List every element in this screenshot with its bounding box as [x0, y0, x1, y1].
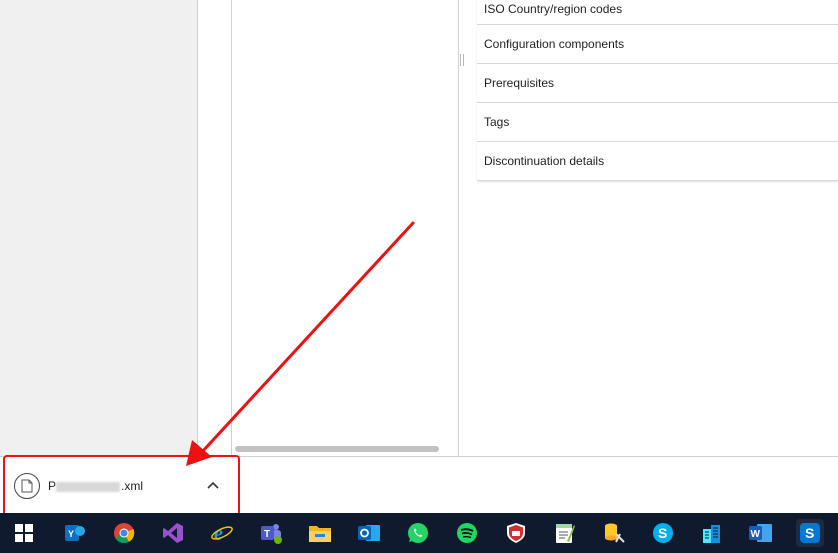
- file-name: P .xml: [48, 479, 144, 493]
- splitter-grip-icon[interactable]: [460, 54, 464, 66]
- middle-pane: [232, 0, 458, 456]
- file-explorer-icon[interactable]: [306, 519, 334, 547]
- section-label: Configuration components: [484, 37, 625, 51]
- horizontal-scrollbar[interactable]: [235, 446, 439, 452]
- svg-text:S: S: [658, 525, 667, 541]
- database-tool-icon[interactable]: [600, 519, 628, 547]
- svg-text:S: S: [805, 525, 814, 541]
- security-app-icon[interactable]: [502, 519, 530, 547]
- section-label: ISO Country/region codes: [484, 2, 623, 16]
- section-tags[interactable]: Tags: [477, 103, 838, 142]
- chrome-icon[interactable]: [110, 519, 138, 547]
- section-iso-country-region-codes[interactable]: ISO Country/region codes: [477, 0, 838, 25]
- whatsapp-icon[interactable]: [404, 519, 432, 547]
- pane-splitter[interactable]: [458, 0, 459, 456]
- section-prerequisites[interactable]: Prerequisites: [477, 64, 838, 103]
- svg-text:e: e: [214, 523, 223, 545]
- visual-studio-icon[interactable]: [159, 519, 187, 547]
- windows-start-icon[interactable]: [10, 519, 38, 547]
- file-name-prefix: P: [48, 479, 57, 493]
- yammer-icon[interactable]: Y: [61, 519, 89, 547]
- skype-business-icon[interactable]: S: [796, 519, 824, 547]
- spotify-icon[interactable]: [453, 519, 481, 547]
- azure-data-icon[interactable]: [698, 519, 726, 547]
- chevron-up-icon[interactable]: [204, 476, 222, 494]
- outlook-icon[interactable]: [355, 519, 383, 547]
- svg-text:T: T: [264, 529, 270, 540]
- details-sections: ISO Country/region codes Configuration c…: [477, 0, 838, 181]
- section-configuration-components[interactable]: Configuration components: [477, 25, 838, 64]
- word-icon[interactable]: W: [747, 519, 775, 547]
- file-icon: [14, 473, 40, 499]
- section-discontinuation-details[interactable]: Discontinuation details: [477, 142, 838, 181]
- teams-icon[interactable]: T: [257, 519, 285, 547]
- svg-text:Y: Y: [68, 529, 74, 539]
- windows-taskbar: Y e T S W S: [0, 513, 838, 553]
- downloaded-file-item[interactable]: P .xml: [14, 472, 236, 500]
- svg-text:W: W: [751, 529, 761, 540]
- section-label: Tags: [484, 115, 510, 129]
- section-label: Discontinuation details: [484, 154, 605, 168]
- skype-icon[interactable]: S: [649, 519, 677, 547]
- notepad-plus-icon[interactable]: [551, 519, 579, 547]
- file-name-extension: xml: [124, 479, 144, 493]
- redacted-file-name: [56, 481, 121, 492]
- narrow-column: [198, 0, 231, 456]
- internet-explorer-icon[interactable]: e: [208, 519, 236, 547]
- left-pane: [0, 0, 197, 456]
- section-label: Prerequisites: [484, 76, 555, 90]
